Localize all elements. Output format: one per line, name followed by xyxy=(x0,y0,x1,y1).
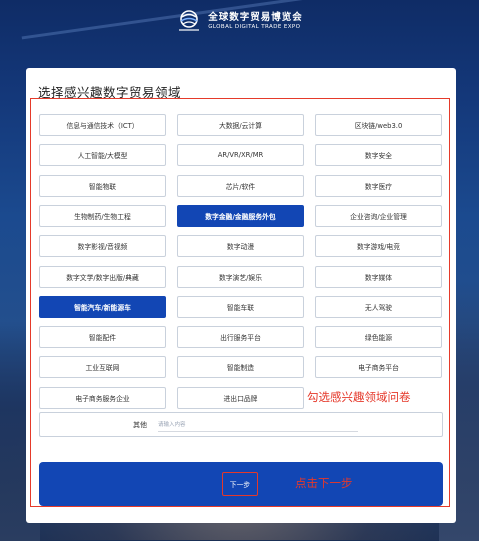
interest-option[interactable]: 进出口品牌 xyxy=(177,386,304,409)
interest-option[interactable]: 电子商务服务企业 xyxy=(39,386,166,409)
interest-option[interactable]: 工业互联网 xyxy=(39,356,166,379)
interest-option[interactable]: 智能制造 xyxy=(177,356,304,379)
next-step-button[interactable]: 下一步 xyxy=(222,472,258,496)
interest-option[interactable]: 智能车联 xyxy=(177,295,304,318)
interest-option[interactable]: 信息与通信技术（ICT） xyxy=(39,114,166,136)
other-label: 其他 xyxy=(133,421,147,429)
interest-option[interactable]: 数字媒体 xyxy=(315,265,442,288)
interest-option[interactable]: 智能汽车/新能源车 xyxy=(39,295,166,318)
interest-option[interactable]: 数字游戏/电竞 xyxy=(315,235,442,258)
interest-option[interactable]: 绿色能源 xyxy=(315,326,442,349)
interest-option[interactable]: 企业咨询/企业管理 xyxy=(315,204,442,227)
other-option-row: 其他 xyxy=(39,412,443,437)
interest-option[interactable]: 区块链/web3.0 xyxy=(315,114,442,136)
interest-option[interactable]: 无人驾驶 xyxy=(315,295,442,318)
interest-option[interactable]: 数字金融/金融服务外包 xyxy=(177,204,304,227)
interest-option[interactable]: 数字演艺/娱乐 xyxy=(177,265,304,288)
interest-option[interactable]: 数字文学/数字出版/典藏 xyxy=(39,265,166,288)
interest-option[interactable]: 智能配件 xyxy=(39,326,166,349)
interest-option[interactable]: 数字医疗 xyxy=(315,174,442,197)
interest-survey-panel: 选择感兴趣数字贸易领域 信息与通信技术（ICT） 大数据/云计算 区块链/web3.… xyxy=(26,68,456,523)
interest-option[interactable]: 生物制药/生物工程 xyxy=(39,204,166,227)
logo-title-en: GLOBAL DIGITAL TRADE EXPO xyxy=(208,23,301,30)
interest-option[interactable]: 芯片/软件 xyxy=(177,174,304,197)
select-annotation: 勾选感兴趣领域问卷 xyxy=(307,390,411,404)
next-step-bar: 下一步 点击下一步 xyxy=(39,462,443,506)
interest-option[interactable]: 智能物联 xyxy=(39,174,166,197)
expo-logo-icon xyxy=(176,9,202,33)
next-annotation: 点击下一步 xyxy=(295,476,353,490)
interest-option[interactable]: 出行服务平台 xyxy=(177,326,304,349)
expo-header: 全球数字贸易博览会 GLOBAL DIGITAL TRADE EXPO xyxy=(0,6,479,36)
interest-option[interactable]: 人工智能/大模型 xyxy=(39,144,166,167)
logo-title-cn: 全球数字贸易博览会 xyxy=(208,11,303,23)
interest-option[interactable]: AR/VR/XR/MR xyxy=(177,144,304,167)
interest-option[interactable]: 大数据/云计算 xyxy=(177,114,304,136)
interest-option[interactable]: 数字影视/音视频 xyxy=(39,235,166,258)
interest-option[interactable]: 数字安全 xyxy=(315,144,442,167)
expo-logo-text: 全球数字贸易博览会 GLOBAL DIGITAL TRADE EXPO xyxy=(208,12,303,31)
other-input[interactable] xyxy=(158,418,358,432)
interest-option[interactable]: 数字动漫 xyxy=(177,235,304,258)
interest-option[interactable]: 电子商务平台 xyxy=(315,356,442,379)
